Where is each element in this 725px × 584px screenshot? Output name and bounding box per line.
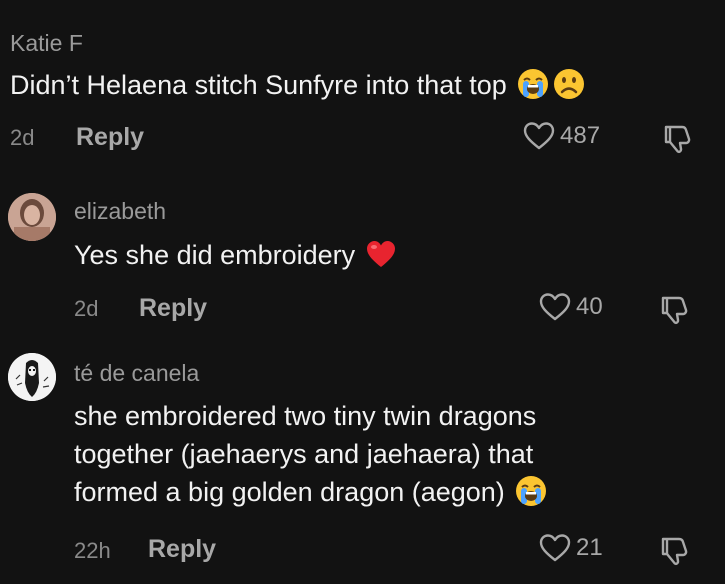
dislike-button[interactable]	[661, 123, 693, 155]
dislike-button[interactable]	[658, 294, 690, 326]
comment-time: 22h	[74, 538, 111, 563]
thumbs-down-icon	[661, 296, 688, 325]
heart-outline-icon	[523, 122, 555, 150]
reply-button[interactable]: Reply	[139, 294, 207, 323]
comment-text: Yes she did embroidery	[74, 236, 397, 274]
comment-text-line: Yes she did embroidery	[74, 240, 356, 270]
avatar[interactable]	[8, 353, 56, 401]
comment-text: Didn’t Helaena stitch Sunfyre into that …	[10, 66, 585, 104]
comment-username[interactable]: té de canela	[74, 360, 199, 387]
thumbs-down-icon	[664, 125, 691, 154]
comment-username[interactable]: elizabeth	[74, 198, 166, 225]
like-count: 487	[560, 122, 601, 149]
comment-username[interactable]: Katie F	[10, 30, 83, 57]
comment-text: she embroidered two tiny twin dragons to…	[74, 397, 547, 511]
like-button[interactable]: 40	[538, 290, 603, 324]
like-count: 40	[576, 293, 603, 320]
frowning-face-icon	[553, 68, 585, 100]
heart-outline-icon	[539, 534, 571, 562]
comment-text-line: together (jaehaerys and jaehaera) that	[74, 439, 534, 469]
avatar[interactable]	[8, 193, 56, 241]
comment-text-line-last: formed a big golden dragon (aegon)	[74, 473, 547, 511]
comment-text-line: she embroidered two tiny twin dragons	[74, 401, 537, 431]
comment-text-line: formed a big golden dragon (aegon)	[74, 477, 505, 507]
reply-button[interactable]: Reply	[76, 123, 144, 152]
reply-button[interactable]: Reply	[148, 535, 216, 564]
thumbs-down-icon	[661, 537, 688, 566]
comment-text-line: Didn’t Helaena stitch Sunfyre into that …	[10, 70, 507, 100]
loudly-crying-face-icon	[515, 475, 547, 507]
dislike-button[interactable]	[658, 535, 690, 567]
like-button[interactable]: 21	[538, 531, 603, 565]
comment-time: 2d	[74, 296, 99, 321]
heart-outline-icon	[539, 293, 571, 321]
like-button[interactable]: 487	[522, 119, 600, 153]
red-heart-icon	[365, 238, 397, 270]
like-count: 21	[576, 534, 603, 561]
comment-time: 2d	[10, 125, 35, 150]
loudly-crying-face-icon	[517, 68, 549, 100]
